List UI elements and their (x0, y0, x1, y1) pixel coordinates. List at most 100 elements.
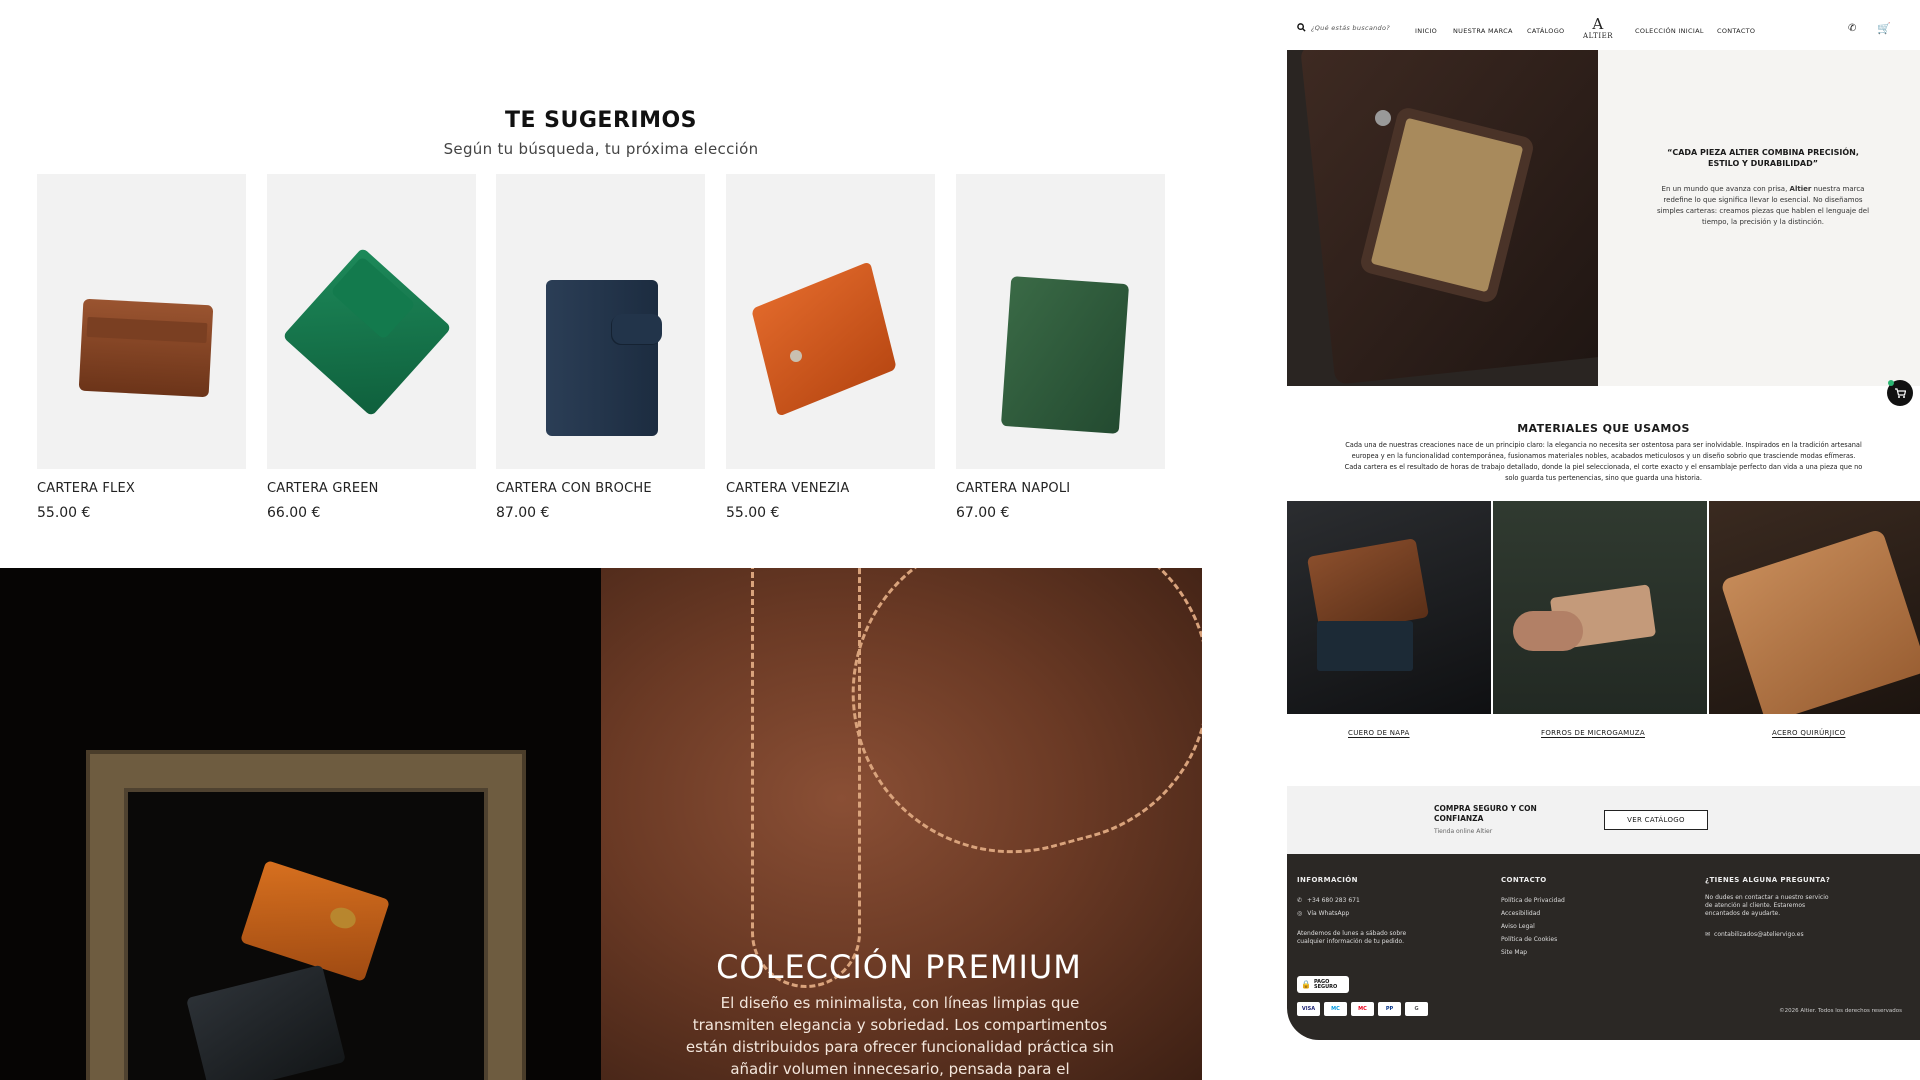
premium-text: El diseño es minimalista, con líneas lim… (685, 994, 1115, 1078)
footer-info-title: INFORMACIÓN (1297, 876, 1358, 884)
footer-link-sitemap[interactable]: Site Map (1501, 946, 1621, 959)
product-name[interactable]: CARTERA NAPOLI (956, 481, 1165, 496)
nav-link-nuestra-marca[interactable]: NUESTRA MARCA (1453, 27, 1513, 35)
trust-subtitle: Tienda online Altier (1434, 828, 1493, 835)
phone-icon: ✆ (1297, 897, 1303, 904)
cart-icon[interactable]: 🛒 (1877, 22, 1891, 35)
product-image[interactable] (37, 174, 246, 469)
brand-hero: “CADA PIEZA ALTIER COMBINA PRECISIÓN, ES… (1287, 50, 1920, 386)
secure-payment-badge: 🔒 PAGO SEGURO (1297, 976, 1349, 993)
product-image[interactable] (726, 174, 935, 469)
product-card[interactable]: CARTERA GREEN 66.00 € (267, 174, 476, 521)
material-photo-acero[interactable] (1709, 501, 1920, 714)
email-line[interactable]: ✉ contabilizados@ateliervigo.es (1705, 928, 1835, 941)
site-footer: INFORMACIÓN ✆ +34 680 283 671 ◎ Vía WhatsA… (1287, 854, 1920, 1040)
premium-title: COLECCIÓN PREMIUM (716, 948, 1082, 986)
material-label-acero[interactable]: ACERO QUIRÚRJICO (1772, 729, 1845, 737)
suggestions-page: TE SUGERIMOS Según tu búsqueda, tu próxi… (0, 0, 1202, 1080)
product-price: 87.00 € (496, 505, 550, 521)
home-page-preview: ¿Qué estás buscando? INICIO NUESTRA MARC… (1287, 0, 1920, 1040)
product-name[interactable]: CARTERA FLEX (37, 481, 246, 496)
email-link[interactable]: contabilizados@ateliervigo.es (1714, 928, 1804, 941)
wallet-shape (1719, 528, 1920, 714)
phone-number[interactable]: +34 680 283 671 (1307, 894, 1360, 907)
footer-questions: ¿TIENES ALGUNA PREGUNTA? No dudes en con… (1705, 876, 1835, 941)
visa-icon: VISA (1297, 1002, 1320, 1016)
logo-mark: A (1592, 15, 1604, 33)
product-card[interactable]: CARTERA NAPOLI 67.00 € (956, 174, 1165, 521)
secure-badge-line-2: SEGURO (1313, 983, 1338, 990)
lock-icon: 🔒 (1301, 980, 1311, 989)
search-icon (1297, 23, 1306, 32)
box-shape (1317, 621, 1413, 671)
cart-status-dot (1888, 380, 1894, 386)
premium-banner: COLECCIÓN PREMIUM El diseño es minimalis… (0, 568, 1202, 1080)
footer-question-title: ¿TIENES ALGUNA PREGUNTA? (1705, 876, 1831, 884)
suggest-title: TE SUGERIMOS (504, 108, 698, 133)
wallet-clasp (1375, 110, 1391, 126)
product-image[interactable] (496, 174, 705, 469)
wallet-shape (78, 298, 214, 398)
footer-link-privacy[interactable]: Política de Privacidad (1501, 894, 1621, 907)
trust-title: COMPRA SEGURO Y CON CONFIANZA (1434, 804, 1537, 823)
payment-methods: VISA MC MC PP G (1297, 1002, 1428, 1016)
wallet-snap (790, 350, 802, 362)
material-label-napa[interactable]: CUERO DE NAPA (1348, 729, 1410, 737)
material-photo-microgamuza[interactable] (1493, 501, 1707, 714)
footer-link-cookies[interactable]: Política de Cookies (1501, 933, 1621, 946)
product-price: 67.00 € (956, 505, 1010, 521)
wallet-shape (546, 280, 658, 436)
stitch-line (751, 568, 861, 988)
wallet-shape (1000, 276, 1130, 434)
material-photo-napa[interactable] (1287, 501, 1491, 714)
brand-para-start: En un mundo que avanza con prisa, (1661, 185, 1790, 193)
whatsapp-line[interactable]: ◎ Vía WhatsApp (1297, 907, 1427, 920)
search-box[interactable]: ¿Qué estás buscando? (1297, 23, 1390, 32)
email-icon: ✉ (1705, 931, 1711, 938)
footer-info: INFORMACIÓN ✆ +34 680 283 671 ◎ Vía WhatsA… (1297, 876, 1427, 946)
hero-wallet-photo (1287, 50, 1598, 386)
product-name[interactable]: CARTERA CON BROCHE (496, 481, 705, 496)
material-label-microgamuza[interactable]: FORROS DE MICROGAMUZA (1541, 729, 1645, 737)
brand-quote: “CADA PIEZA ALTIER COMBINA PRECISIÓN, ES… (1667, 148, 1859, 168)
view-catalog-button[interactable]: VER CATÁLOGO (1604, 810, 1708, 830)
search-placeholder[interactable]: ¿Qué estás buscando? (1311, 24, 1390, 32)
wallet-shape (751, 261, 897, 417)
maestro-icon: MC (1324, 1002, 1347, 1016)
question-text: No dudes en contactar a nuestro servicio… (1705, 894, 1829, 917)
paypal-icon: PP (1378, 1002, 1401, 1016)
nav-link-catalogo[interactable]: CATÁLOGO (1527, 27, 1564, 35)
brand-logo[interactable]: A ALTIER (1578, 16, 1618, 40)
floating-cart-button[interactable] (1887, 380, 1913, 406)
product-price: 55.00 € (37, 505, 91, 521)
product-image[interactable] (956, 174, 1165, 469)
product-grid: CARTERA FLEX 55.00 € CARTERA GREEN 66.00… (37, 174, 1167, 534)
brand-paragraph: En un mundo que avanza con prisa, Altier… (1650, 184, 1876, 228)
footer-link-legal[interactable]: Aviso Legal (1501, 920, 1621, 933)
cart-icon (1895, 388, 1906, 398)
nav-link-coleccion-inicial[interactable]: COLECCIÓN INICIAL (1635, 27, 1704, 35)
nav-link-inicio[interactable]: INICIO (1415, 27, 1437, 35)
whatsapp-link[interactable]: Vía WhatsApp (1307, 907, 1349, 920)
footer-contact: CONTACTO Política de Privacidad Accesibi… (1501, 876, 1621, 959)
footer-link-accessibility[interactable]: Accesibilidad (1501, 907, 1621, 920)
materials-text: Cada una de nuestras creaciones nace de … (1344, 441, 1863, 482)
phone-line[interactable]: ✆ +34 680 283 671 (1297, 894, 1427, 907)
product-card[interactable]: CARTERA FLEX 55.00 € (37, 174, 246, 521)
hero-text-block: “CADA PIEZA ALTIER COMBINA PRECISIÓN, ES… (1598, 50, 1920, 386)
nav-link-contacto[interactable]: CONTACTO (1717, 27, 1755, 35)
product-price: 55.00 € (726, 505, 780, 521)
copyright: ©2026 Altier. Todos los derechos reserva… (1779, 1008, 1902, 1014)
product-card[interactable]: CARTERA CON BROCHE 87.00 € (496, 174, 705, 521)
whatsapp-icon[interactable]: ✆ (1848, 23, 1857, 34)
product-name[interactable]: CARTERA VENEZIA (726, 481, 935, 496)
google-pay-icon: G (1405, 1002, 1428, 1016)
materials-title: MATERIALES QUE USAMOS (1517, 422, 1690, 435)
premium-photo-frame (0, 568, 601, 1080)
product-name[interactable]: CARTERA GREEN (267, 481, 476, 496)
product-image[interactable] (267, 174, 476, 469)
logo-text: ALTIER (1583, 32, 1613, 40)
mastercard-icon: MC (1351, 1002, 1374, 1016)
product-card[interactable]: CARTERA VENEZIA 55.00 € (726, 174, 935, 521)
materials-grid (1287, 501, 1920, 714)
